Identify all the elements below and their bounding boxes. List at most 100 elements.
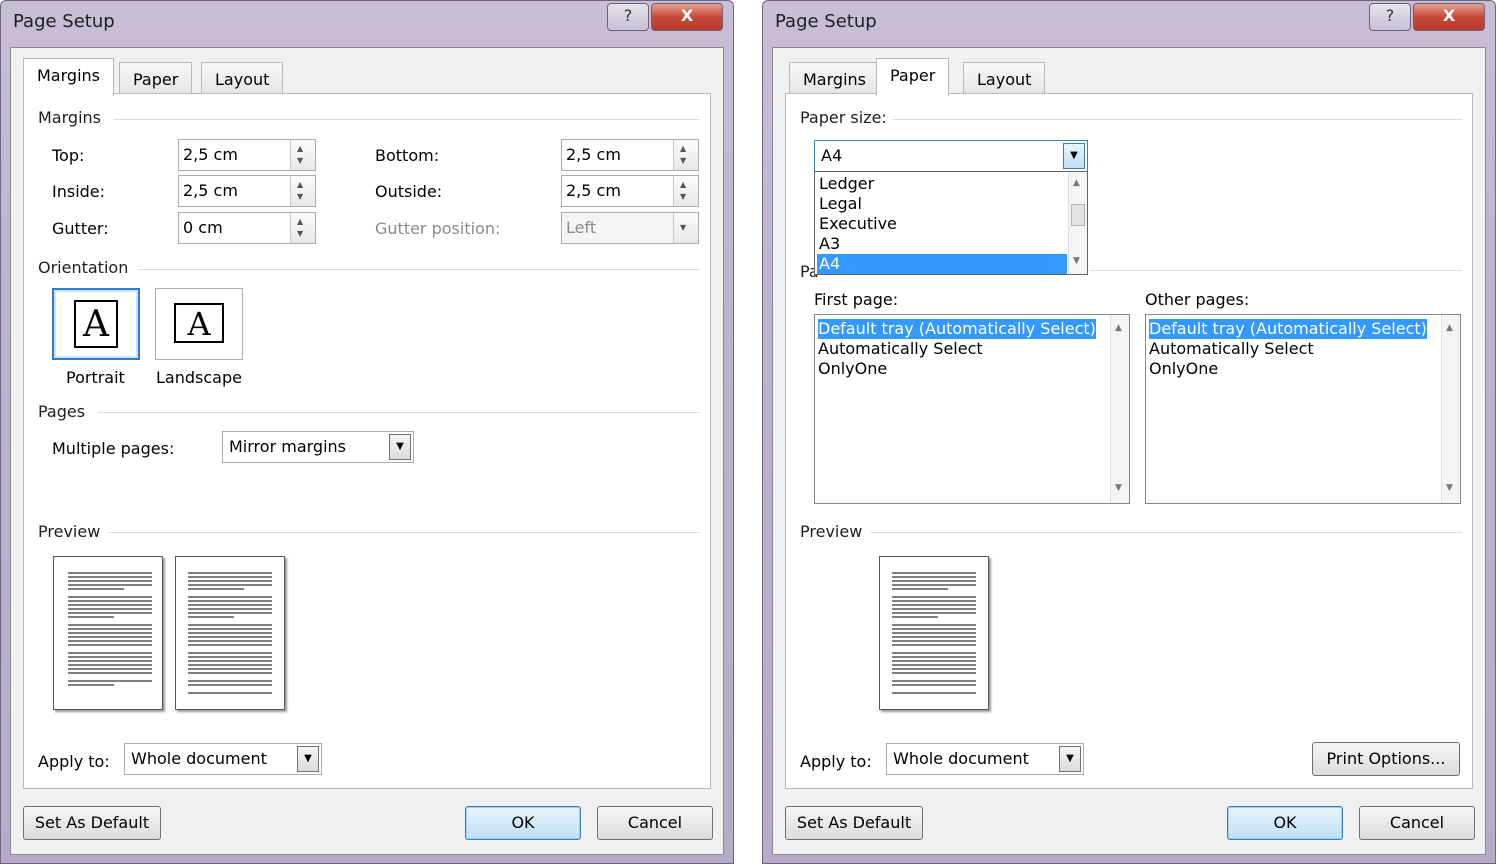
pages-group-label: Pages: [38, 402, 86, 421]
scroll-down-icon[interactable]: ▼: [1073, 256, 1080, 266]
chevron-down-icon[interactable]: ▼: [297, 746, 319, 772]
close-button[interactable]: X: [651, 3, 723, 31]
first-page-label: First page:: [814, 290, 899, 309]
gutter-position-select: Left ▼: [561, 212, 699, 244]
paper-tab-page: Paper size: A4 ▼ Ledger Legal Executive …: [785, 93, 1473, 789]
dialog-title: Page Setup: [13, 11, 115, 32]
spinner-arrows[interactable]: ▲ ▼: [290, 176, 315, 206]
group-divider: [1090, 270, 1462, 271]
close-button[interactable]: X: [1413, 3, 1485, 31]
first-page-tray-list[interactable]: Default tray (Automatically Select) Auto…: [814, 314, 1130, 504]
preview-group-label: Preview: [38, 522, 101, 541]
gutter-spinner[interactable]: 0 cm ▲ ▼: [178, 212, 316, 244]
multiple-pages-label: Multiple pages:: [52, 439, 175, 458]
preview-text-lines: [892, 572, 976, 694]
landscape-page-icon: A: [174, 303, 224, 343]
paper-size-option-selected[interactable]: A4: [817, 254, 1067, 274]
bottom-label: Bottom:: [375, 146, 440, 165]
tray-option-selected[interactable]: Default tray (Automatically Select): [818, 319, 1096, 339]
paper-size-option[interactable]: A3: [819, 234, 1067, 254]
dialog-title: Page Setup: [775, 11, 877, 32]
paper-size-dropdown-list[interactable]: Ledger Legal Executive A3 A4 ▲ ▼: [814, 171, 1088, 275]
group-divider: [892, 119, 1462, 120]
chevron-down-icon[interactable]: ▼: [1059, 746, 1081, 772]
multiple-pages-value: Mirror margins: [229, 437, 346, 456]
top-margin-spinner[interactable]: 2,5 cm ▲ ▼: [178, 139, 316, 171]
gutter-label: Gutter:: [52, 219, 109, 238]
tab-paper[interactable]: Paper: [119, 62, 193, 94]
help-button[interactable]: ?: [1369, 3, 1411, 31]
spinner-arrows[interactable]: ▲ ▼: [290, 213, 315, 243]
paper-size-option[interactable]: Executive: [819, 214, 1067, 234]
ok-button[interactable]: OK: [465, 806, 581, 840]
bottom-margin-spinner[interactable]: 2,5 cm ▲ ▼: [561, 139, 699, 171]
apply-to-value: Whole document: [131, 749, 267, 768]
tray-option[interactable]: OnlyOne: [1149, 359, 1218, 379]
other-pages-tray-list[interactable]: Default tray (Automatically Select) Auto…: [1145, 314, 1461, 504]
apply-to-value: Whole document: [893, 749, 1029, 768]
preview-page: [879, 556, 989, 710]
paper-size-group-label: Paper size:: [800, 108, 887, 127]
spinner-arrows[interactable]: ▲ ▼: [673, 176, 698, 206]
margins-group-label: Margins: [38, 108, 101, 127]
set-as-default-button[interactable]: Set As Default: [23, 806, 161, 840]
tab-layout[interactable]: Layout: [963, 62, 1046, 94]
set-as-default-button[interactable]: Set As Default: [785, 806, 923, 840]
scroll-down-icon[interactable]: ▼: [1115, 483, 1122, 493]
tray-option-selected[interactable]: Default tray (Automatically Select): [1149, 319, 1427, 339]
tray-option[interactable]: Automatically Select: [1149, 339, 1314, 359]
cancel-button[interactable]: Cancel: [597, 806, 713, 840]
paper-size-option[interactable]: Ledger: [819, 174, 1067, 194]
preview-text-lines: [188, 572, 272, 694]
orientation-group-label: Orientation: [38, 258, 129, 277]
group-divider: [108, 532, 700, 533]
chevron-down-icon: ▼: [673, 213, 698, 243]
inside-margin-spinner[interactable]: 2,5 cm ▲ ▼: [178, 175, 316, 207]
bottom-margin-value: 2,5 cm: [566, 145, 621, 164]
cancel-button[interactable]: Cancel: [1359, 806, 1475, 840]
group-divider: [114, 119, 700, 120]
margins-tab-page: Margins Top: 2,5 cm ▲ ▼ Inside: 2,5 cm ▲ ▼…: [23, 93, 711, 789]
scroll-thumb[interactable]: [1071, 204, 1085, 226]
tab-margins[interactable]: Margins: [789, 62, 880, 94]
chevron-down-icon[interactable]: ▼: [389, 434, 411, 460]
multiple-pages-select[interactable]: Mirror margins ▼: [222, 431, 414, 463]
scroll-up-icon[interactable]: ▲: [1446, 323, 1453, 333]
preview-text-lines: [68, 572, 152, 686]
dialog-client-area: Margins Paper Layout Paper size: A4 ▼ Le…: [772, 47, 1486, 855]
preview-page-right: [175, 556, 285, 710]
scroll-up-icon[interactable]: ▲: [1115, 323, 1122, 333]
tray-option[interactable]: Automatically Select: [818, 339, 983, 359]
outside-label: Outside:: [375, 182, 443, 201]
spinner-arrows[interactable]: ▲ ▼: [673, 140, 698, 170]
group-divider: [98, 412, 700, 413]
top-label: Top:: [52, 146, 85, 165]
tab-margins[interactable]: Margins: [23, 58, 114, 96]
scrollbar[interactable]: ▲ ▼: [1110, 315, 1129, 503]
scroll-down-icon[interactable]: ▼: [1446, 483, 1453, 493]
other-pages-label: Other pages:: [1145, 290, 1250, 309]
tray-option[interactable]: OnlyOne: [818, 359, 887, 379]
portrait-option[interactable]: A: [52, 288, 140, 360]
inside-label: Inside:: [52, 182, 106, 201]
gutter-value: 0 cm: [183, 218, 223, 237]
gutter-position-value: Left: [566, 218, 597, 237]
apply-to-select[interactable]: Whole document ▼: [886, 743, 1084, 775]
help-button[interactable]: ?: [607, 3, 649, 31]
tab-paper[interactable]: Paper: [876, 58, 950, 96]
scroll-up-icon[interactable]: ▲: [1073, 178, 1080, 188]
landscape-option[interactable]: A: [155, 288, 243, 360]
paper-size-select[interactable]: A4 ▼: [814, 140, 1088, 172]
preview-group-label: Preview: [800, 522, 863, 541]
ok-button[interactable]: OK: [1227, 806, 1343, 840]
apply-to-select[interactable]: Whole document ▼: [124, 743, 322, 775]
chevron-down-icon[interactable]: ▼: [1063, 143, 1085, 169]
spinner-arrows[interactable]: ▲ ▼: [290, 140, 315, 170]
gutter-position-label: Gutter position:: [375, 219, 501, 238]
print-options-button[interactable]: Print Options...: [1312, 742, 1460, 776]
outside-margin-spinner[interactable]: 2,5 cm ▲ ▼: [561, 175, 699, 207]
paper-size-option[interactable]: Legal: [819, 194, 1067, 214]
tab-layout[interactable]: Layout: [201, 62, 284, 94]
scrollbar[interactable]: ▲ ▼: [1068, 172, 1087, 274]
scrollbar[interactable]: ▲ ▼: [1441, 315, 1460, 503]
